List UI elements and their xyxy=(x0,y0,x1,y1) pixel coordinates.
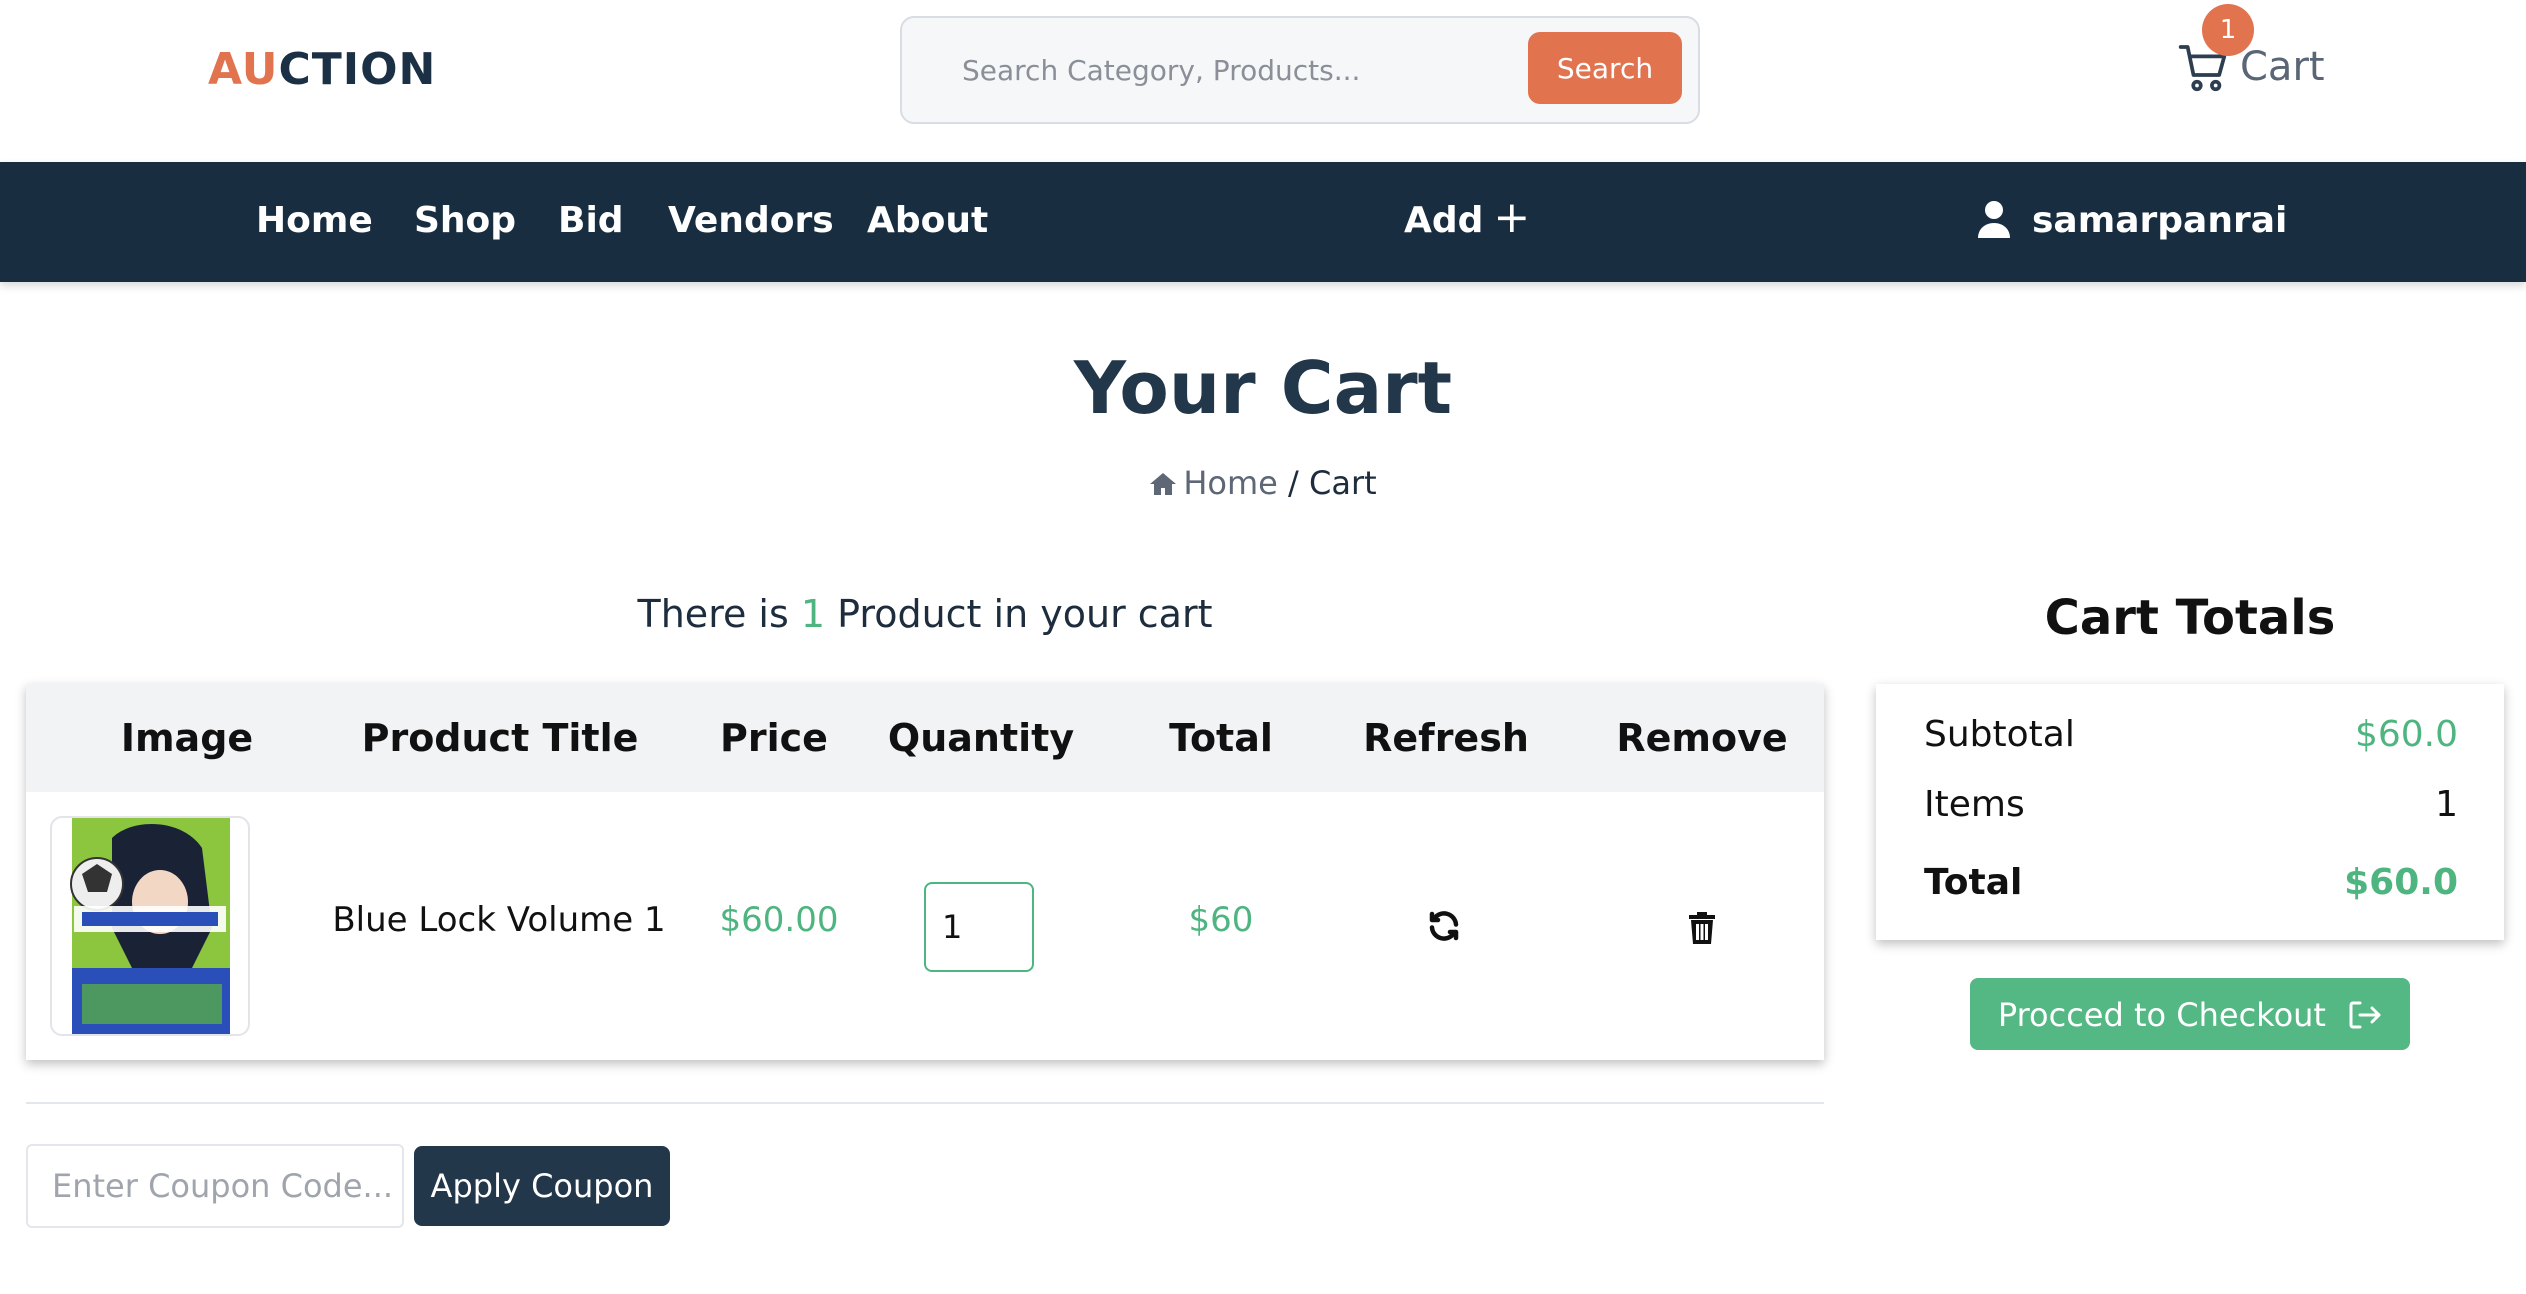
apply-coupon-button[interactable]: Apply Coupon xyxy=(414,1146,670,1226)
column-header-remove: Remove xyxy=(1616,716,1788,760)
product-cover-image xyxy=(70,818,230,1034)
breadcrumb-separator: / xyxy=(1288,464,1299,502)
breadcrumb-home-label: Home xyxy=(1183,464,1278,502)
cart-label: Cart xyxy=(2240,44,2325,90)
product-price: $60.00 xyxy=(719,900,839,940)
column-header-quantity: Quantity xyxy=(887,716,1075,760)
nav-shop[interactable]: Shop xyxy=(414,200,516,241)
product-image[interactable] xyxy=(50,816,250,1036)
product-title[interactable]: Blue Lock Volume 1 xyxy=(316,900,682,940)
home-icon xyxy=(1150,473,1177,495)
logo-part-1: AU xyxy=(208,44,279,95)
trash-icon xyxy=(1689,912,1715,944)
checkout-button[interactable]: Procced to Checkout xyxy=(1970,978,2410,1050)
user-icon xyxy=(1978,201,2010,238)
search-button[interactable]: Search xyxy=(1528,32,1682,104)
product-total: $60 xyxy=(1188,900,1254,940)
cart-link[interactable]: Cart 1 xyxy=(2176,4,2346,106)
cart-count-text: There is 1 Product in your cart xyxy=(0,592,1850,636)
column-header-price: Price xyxy=(720,716,828,760)
total-label: Total xyxy=(1924,862,2023,903)
cart-count-suffix: Product in your cart xyxy=(837,592,1213,636)
quantity-input[interactable] xyxy=(924,882,1034,972)
column-header-refresh: Refresh xyxy=(1363,716,1529,760)
cart-totals-title: Cart Totals xyxy=(2044,590,2336,646)
table-header: Image Product Title Price Quantity Total… xyxy=(26,684,1824,792)
search-bar: Search xyxy=(900,16,1700,124)
total-value: $60.0 xyxy=(2344,862,2458,903)
breadcrumb: Home / Cart xyxy=(0,464,2526,502)
column-header-total: Total xyxy=(1169,716,1273,760)
logo-part-2: CTION xyxy=(278,44,437,95)
subtotal-label: Subtotal xyxy=(1924,714,2075,755)
user-name: samarpanrai xyxy=(2032,200,2288,241)
nav-add-button[interactable]: Add + xyxy=(1404,192,1531,243)
plus-icon: + xyxy=(1493,192,1531,243)
column-header-product-title: Product Title xyxy=(361,716,639,760)
main-nav: Home Shop Bid Vendors About Add + samarpa… xyxy=(0,162,2526,282)
breadcrumb-current: Cart xyxy=(1308,464,1377,502)
nav-about[interactable]: About xyxy=(867,200,988,241)
refresh-icon xyxy=(1429,911,1459,941)
checkout-label: Procced to Checkout xyxy=(1997,996,2326,1034)
cart-totals-card: Subtotal $60.0 Items 1 Total $60.0 xyxy=(1876,684,2504,940)
top-header: AUCTION Search Cart 1 xyxy=(0,0,2526,162)
nav-add-label: Add xyxy=(1404,200,1484,241)
nav-home[interactable]: Home xyxy=(256,200,373,241)
coupon-code-input[interactable] xyxy=(26,1144,404,1228)
items-value: 1 xyxy=(2435,784,2458,825)
sign-out-icon xyxy=(2349,1001,2381,1029)
refresh-button[interactable] xyxy=(1420,906,1470,956)
cart-count-number: 1 xyxy=(800,592,826,636)
page-title: Your Cart xyxy=(1073,346,1453,430)
search-input[interactable] xyxy=(962,42,1522,98)
subtotal-value: $60.0 xyxy=(2354,714,2458,755)
logo[interactable]: AUCTION xyxy=(208,44,436,95)
items-label: Items xyxy=(1924,784,2025,825)
remove-button[interactable] xyxy=(1680,906,1724,950)
divider xyxy=(26,1102,1824,1104)
breadcrumb-home[interactable]: Home xyxy=(1149,464,1288,502)
column-header-image: Image xyxy=(120,716,254,760)
cart-table: Image Product Title Price Quantity Total… xyxy=(26,684,1824,1060)
nav-vendors[interactable]: Vendors xyxy=(668,200,834,241)
cart-count-prefix: There is xyxy=(637,592,789,636)
nav-bid[interactable]: Bid xyxy=(558,200,624,241)
cart-count-badge: 1 xyxy=(2202,4,2254,56)
